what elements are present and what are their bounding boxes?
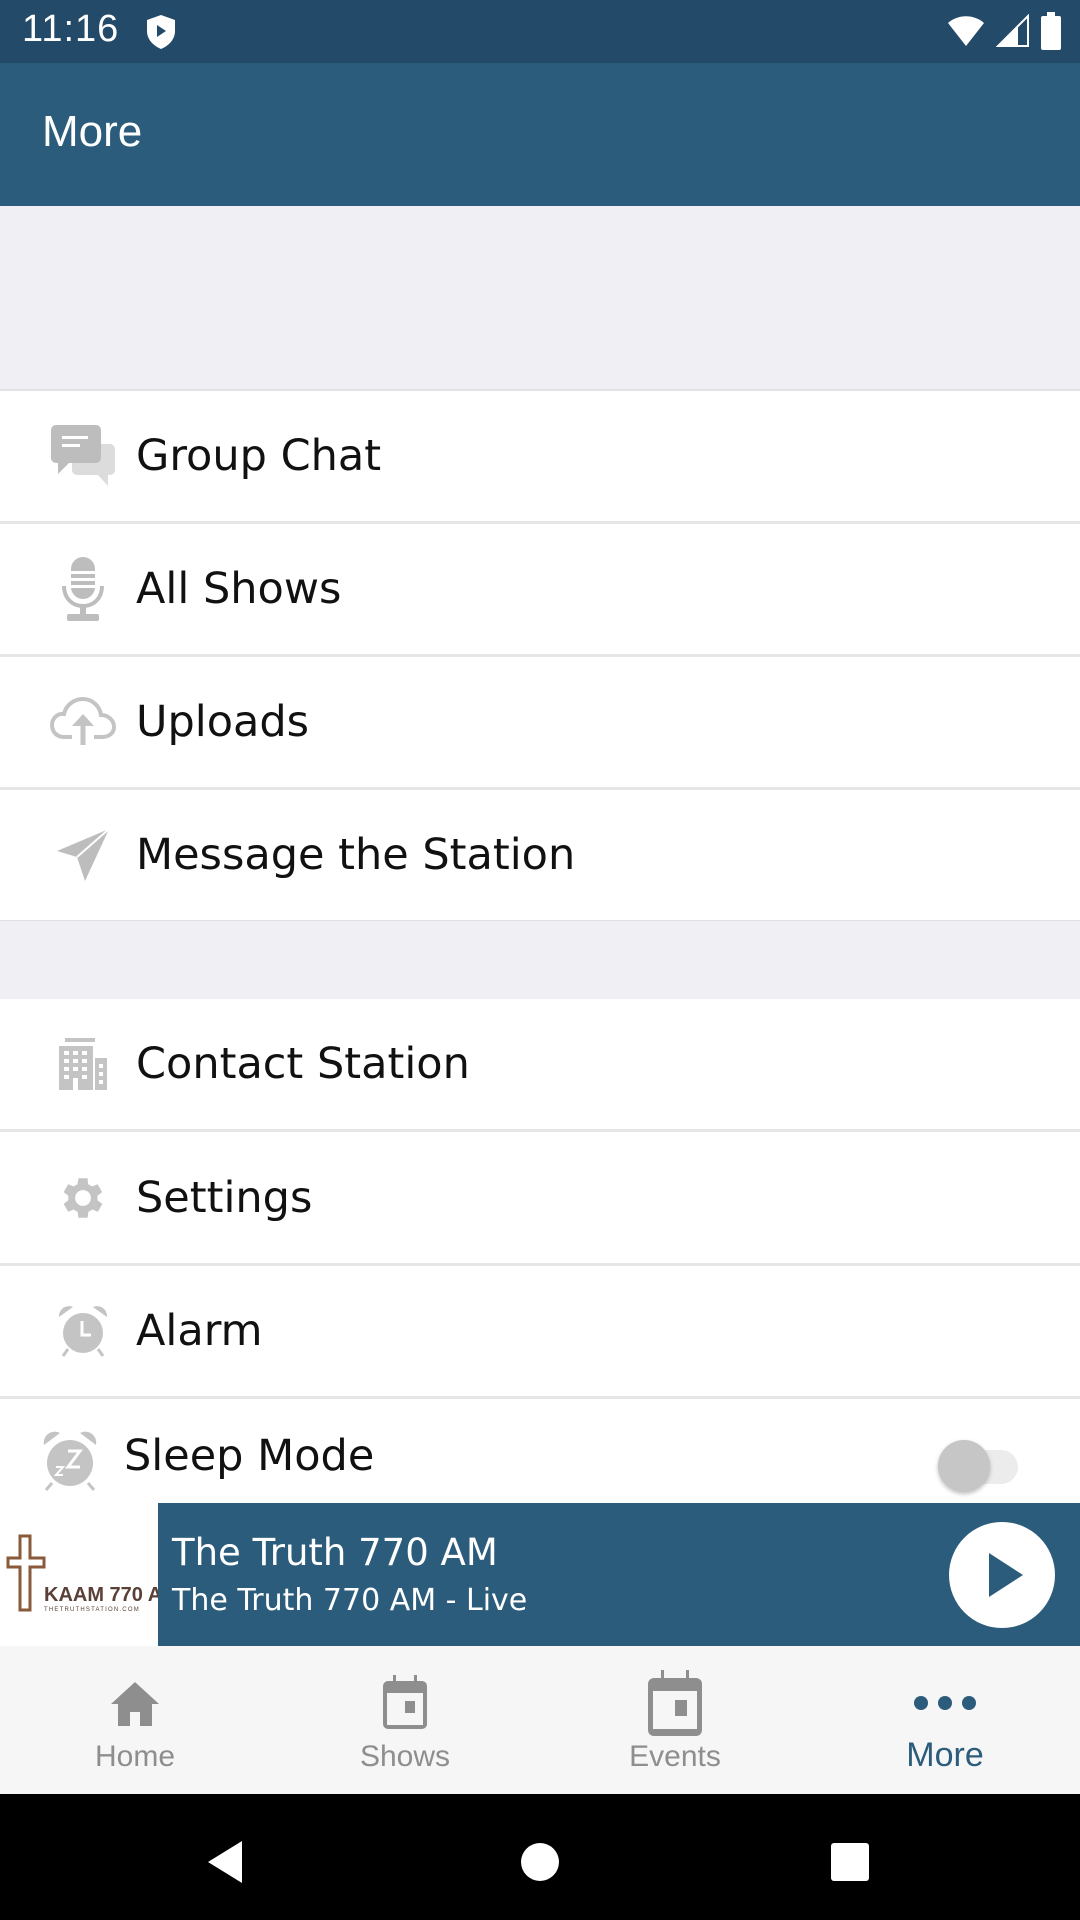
menu-item-label: Group Chat [136, 431, 382, 481]
back-button[interactable] [195, 1832, 255, 1892]
logo-subtext: THETRUTHSTATION.COM [44, 1607, 140, 1613]
now-playing-title: The Truth 770 AM [172, 1531, 498, 1574]
home-circle-icon [521, 1843, 559, 1881]
now-playing-subtitle: The Truth 770 AM - Live [172, 1583, 528, 1618]
mini-player: KAAM 770 AM THETRUTHSTATION.COM The Trut… [0, 1503, 1080, 1646]
menu-item-settings[interactable]: Settings [0, 1133, 1080, 1266]
back-icon [208, 1841, 242, 1883]
home-nav-button[interactable] [510, 1832, 570, 1892]
page-title: More [42, 107, 143, 156]
status-bar: 11:16 [0, 0, 1080, 63]
tab-shows[interactable]: Shows [270, 1646, 540, 1794]
status-time: 11:16 [22, 8, 120, 50]
menu-item-label: Message the Station [136, 830, 576, 880]
play-icon [989, 1553, 1023, 1597]
menu-item-label: Alarm [136, 1306, 263, 1356]
menu-item-label: Uploads [136, 697, 310, 747]
tab-home[interactable]: Home [0, 1646, 270, 1794]
calendar-icon [370, 1668, 440, 1738]
more-dots-icon [910, 1668, 980, 1738]
station-logo: KAAM 770 AM THETRUTHSTATION.COM [0, 1503, 179, 1646]
gear-icon [48, 1163, 118, 1233]
menu-item-sleep-mode: Sleep Mode [0, 1399, 1080, 1503]
calendar-icon [640, 1668, 710, 1738]
sleep-mode-toggle[interactable] [938, 1438, 1022, 1492]
battery-icon [1041, 12, 1061, 50]
menu-item-all-shows[interactable]: All Shows [0, 524, 1080, 657]
tab-bar: Home Shows Events More [0, 1646, 1080, 1794]
tab-label: Home [94, 1740, 176, 1773]
logo-text: KAAM 770 AM [44, 1584, 158, 1606]
section-spacer [0, 921, 1080, 999]
microphone-icon [48, 554, 118, 624]
menu-item-label: Sleep Mode [124, 1431, 375, 1481]
menu-item-alarm[interactable]: Alarm [0, 1266, 1080, 1399]
toggle-thumb [938, 1440, 990, 1492]
chat-bubbles-icon [48, 421, 118, 491]
sleep-alarm-icon [40, 1429, 110, 1499]
menu-item-label: Contact Station [136, 1039, 470, 1089]
app-header: More [0, 63, 1080, 206]
tab-label: Events [629, 1740, 721, 1773]
recents-button[interactable] [820, 1832, 880, 1892]
signal-icon [996, 14, 1029, 47]
send-icon [48, 820, 118, 890]
tab-more[interactable]: More [810, 1646, 1080, 1794]
menu-item-message-station[interactable]: Message the Station [0, 790, 1080, 923]
now-playing-bar[interactable]: The Truth 770 AM The Truth 770 AM - Live [158, 1503, 1080, 1646]
menu-item-group-chat[interactable]: Group Chat [0, 391, 1080, 524]
tab-label: More [906, 1736, 984, 1774]
menu-item-label: Settings [136, 1173, 313, 1223]
system-nav-bar [0, 1794, 1080, 1920]
recents-icon [831, 1843, 869, 1881]
menu-item-uploads[interactable]: Uploads [0, 657, 1080, 790]
play-button[interactable] [949, 1522, 1055, 1628]
section-spacer [0, 206, 1080, 391]
shield-play-icon [147, 15, 175, 49]
cloud-upload-icon [48, 687, 118, 757]
home-icon [100, 1668, 170, 1738]
menu-item-label: All Shows [136, 564, 342, 614]
building-icon [48, 1029, 118, 1099]
wifi-icon [948, 16, 984, 46]
tab-events[interactable]: Events [540, 1646, 810, 1794]
alarm-clock-icon [48, 1296, 118, 1366]
menu-item-contact-station[interactable]: Contact Station [0, 999, 1080, 1132]
tab-label: Shows [359, 1740, 451, 1773]
